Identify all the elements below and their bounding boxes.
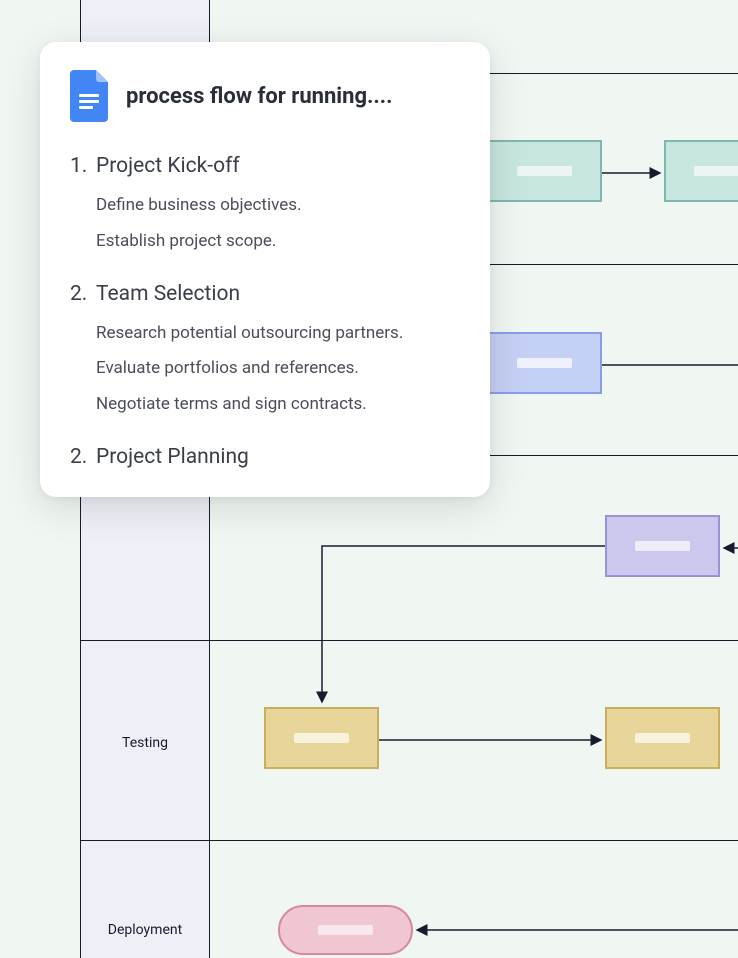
section-item: Define business objectives. [96,194,460,218]
node-text-placeholder [694,166,738,176]
node-text-placeholder [635,733,690,743]
lane-label-testing: Testing [80,735,210,751]
connector-line [602,360,738,370]
flow-node-teal-1[interactable] [487,140,602,202]
section-item: Research potential outsourcing partners. [96,322,460,346]
flow-node-teal-2[interactable] [664,140,738,202]
section-item: Establish project scope. [96,230,460,254]
flow-terminator-pink[interactable] [278,905,413,955]
doc-section-planning: 2. Project Planning [70,445,460,469]
connector-arrow [602,168,664,178]
connector-arrow [720,543,738,553]
section-title: Project Planning [96,445,249,469]
section-title: Project Kick-off [96,154,240,178]
flow-node-gold-2[interactable] [605,707,720,769]
document-card[interactable]: process flow for running.... 1. Project … [40,42,490,497]
section-title: Team Selection [96,282,240,306]
connector-arrow [413,925,738,935]
lane-divider [80,840,738,841]
document-header: process flow for running.... [70,70,460,122]
document-title: process flow for running.... [126,84,393,109]
section-heading: 2. Project Planning [70,445,460,469]
doc-section-kickoff: 1. Project Kick-off Define business obje… [70,154,460,254]
lane-label-deployment: Deployment [80,922,210,938]
section-number: 2. [70,445,92,469]
flow-node-blue-1[interactable] [487,332,602,394]
node-text-placeholder [517,358,572,368]
section-item: Evaluate portfolios and references. [96,357,460,381]
node-text-placeholder [635,541,690,551]
lane-divider [80,640,738,641]
section-number: 1. [70,154,92,178]
flow-node-gold-1[interactable] [264,707,379,769]
section-item: Negotiate terms and sign contracts. [96,393,460,417]
section-heading: 2. Team Selection [70,282,460,306]
connector-elbow [320,540,615,710]
node-text-placeholder [318,925,373,935]
connector-arrow [379,735,605,745]
node-text-placeholder [294,733,349,743]
google-docs-icon [70,70,110,122]
flow-node-purple-1[interactable] [605,515,720,577]
section-heading: 1. Project Kick-off [70,154,460,178]
canvas: Testing Deployment [0,0,738,958]
section-number: 2. [70,282,92,306]
doc-section-team: 2. Team Selection Research potential out… [70,282,460,417]
node-text-placeholder [517,166,572,176]
